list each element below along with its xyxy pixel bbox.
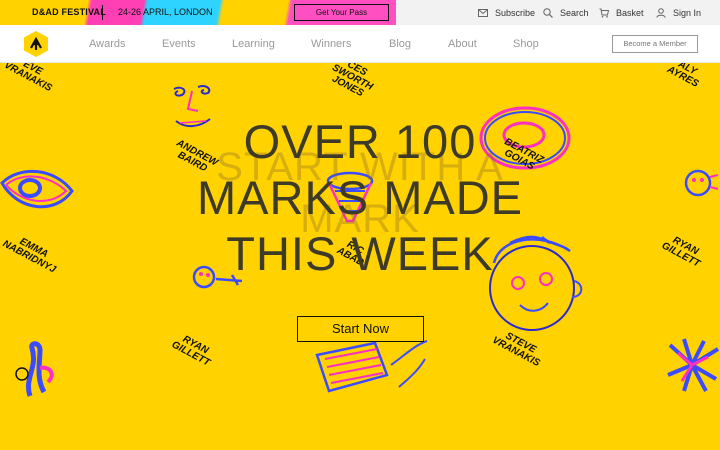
become-a-member-button[interactable]: Become a Member <box>612 35 698 53</box>
search-icon <box>543 7 553 18</box>
start-now-button[interactable]: Start Now <box>297 316 424 342</box>
hero-headline-line3: THIS WEEK <box>226 227 494 280</box>
festival-promo-banner[interactable]: D&AD FESTIVAL 24-26 APRIL, LONDON Get Yo… <box>0 0 396 25</box>
flower-doodle-icon <box>667 338 720 392</box>
nav-awards[interactable]: Awards <box>89 38 125 50</box>
festival-title: D&AD FESTIVAL <box>32 7 106 17</box>
contributor-name: EVE VRANAKIS <box>2 63 54 95</box>
envelope-icon <box>478 8 488 17</box>
subscribe-label: Subscribe <box>495 7 536 18</box>
nav-shop[interactable]: Shop <box>513 38 539 50</box>
hero-headline-line1: OVER 100 <box>243 115 477 168</box>
get-your-pass-button[interactable]: Get Your Pass <box>294 4 389 21</box>
nav-blog[interactable]: Blog <box>389 38 411 50</box>
festival-date: 24-26 APRIL, LONDON <box>118 7 213 17</box>
search-label: Search <box>560 7 589 18</box>
dandad-logo[interactable] <box>23 30 49 58</box>
nav-events[interactable]: Events <box>162 38 196 50</box>
basket-icon <box>599 8 609 18</box>
promo-divider <box>102 5 103 20</box>
nav-about[interactable]: About <box>448 38 477 50</box>
sign-in-link[interactable]: Sign In <box>656 0 701 25</box>
squiggle-doodle-icon <box>15 341 54 397</box>
contributor-name: RYAN GILLETT <box>169 333 212 369</box>
nav-learning[interactable]: Learning <box>232 38 275 50</box>
basket-link[interactable]: Basket <box>599 0 644 25</box>
subscribe-link[interactable]: Subscribe <box>478 0 535 25</box>
scribble-doodle-icon <box>315 340 428 393</box>
dandad-pencil-logo-icon <box>24 31 48 57</box>
nav-winners[interactable]: Winners <box>311 38 351 50</box>
search-link[interactable]: Search <box>543 0 589 25</box>
sign-in-label: Sign In <box>673 7 702 18</box>
basket-label: Basket <box>616 7 644 18</box>
user-icon <box>656 7 666 18</box>
contributor-name: ALY AYRES <box>665 63 701 90</box>
hero-section: EVE VRANAKIS CES SWORTH JONES ALY AYRES … <box>0 63 720 450</box>
hero-headline-line2: MARKS MADE <box>197 171 523 224</box>
top-bar: D&AD FESTIVAL 24-26 APRIL, LONDON Get Yo… <box>0 0 720 25</box>
main-nav: Awards Events Learning Winners Blog Abou… <box>0 25 720 63</box>
contributor-name: CES SWORTH JONES <box>330 63 375 100</box>
